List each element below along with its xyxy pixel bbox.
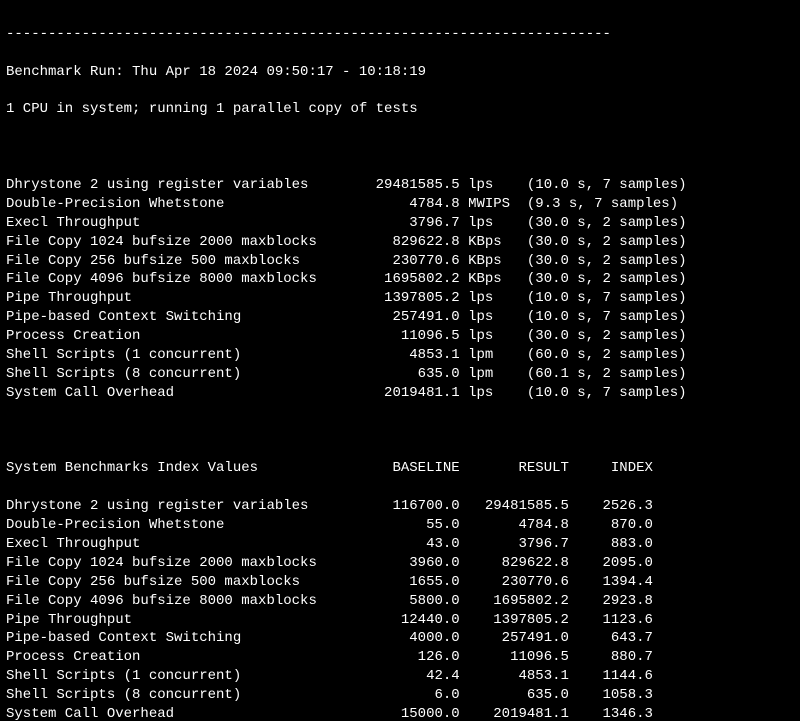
index-row: Execl Throughput 43.0 3796.7 883.0 bbox=[6, 535, 792, 554]
benchmark-run-line: Benchmark Run: Thu Apr 18 2024 09:50:17 … bbox=[6, 63, 792, 82]
sample-row: File Copy 1024 bufsize 2000 maxblocks 82… bbox=[6, 233, 792, 252]
sample-row: Shell Scripts (1 concurrent) 4853.1 lpm … bbox=[6, 346, 792, 365]
sample-row: File Copy 4096 bufsize 8000 maxblocks 16… bbox=[6, 270, 792, 289]
sample-row: Double-Precision Whetstone 4784.8 MWIPS … bbox=[6, 195, 792, 214]
divider-top: ----------------------------------------… bbox=[6, 25, 792, 44]
samples-block: Dhrystone 2 using register variables 294… bbox=[6, 176, 792, 403]
blank-line bbox=[6, 422, 792, 441]
index-row: Pipe Throughput 12440.0 1397805.2 1123.6 bbox=[6, 611, 792, 630]
index-row: Shell Scripts (1 concurrent) 42.4 4853.1… bbox=[6, 667, 792, 686]
index-row: File Copy 1024 bufsize 2000 maxblocks 39… bbox=[6, 554, 792, 573]
index-row: File Copy 256 bufsize 500 maxblocks 1655… bbox=[6, 573, 792, 592]
terminal-output: ----------------------------------------… bbox=[0, 0, 800, 721]
index-header: System Benchmarks Index Values BASELINE … bbox=[6, 459, 792, 478]
sample-row: Pipe-based Context Switching 257491.0 lp… bbox=[6, 308, 792, 327]
sample-row: Shell Scripts (8 concurrent) 635.0 lpm (… bbox=[6, 365, 792, 384]
index-row: Dhrystone 2 using register variables 116… bbox=[6, 497, 792, 516]
index-block: Dhrystone 2 using register variables 116… bbox=[6, 497, 792, 721]
sample-row: Dhrystone 2 using register variables 294… bbox=[6, 176, 792, 195]
index-row: Pipe-based Context Switching 4000.0 2574… bbox=[6, 629, 792, 648]
sample-row: File Copy 256 bufsize 500 maxblocks 2307… bbox=[6, 252, 792, 271]
sample-row: Execl Throughput 3796.7 lps (30.0 s, 2 s… bbox=[6, 214, 792, 233]
cpu-info-line: 1 CPU in system; running 1 parallel copy… bbox=[6, 100, 792, 119]
index-row: Double-Precision Whetstone 55.0 4784.8 8… bbox=[6, 516, 792, 535]
blank-line bbox=[6, 138, 792, 157]
index-row: Shell Scripts (8 concurrent) 6.0 635.0 1… bbox=[6, 686, 792, 705]
sample-row: Process Creation 11096.5 lps (30.0 s, 2 … bbox=[6, 327, 792, 346]
sample-row: Pipe Throughput 1397805.2 lps (10.0 s, 7… bbox=[6, 289, 792, 308]
index-row: Process Creation 126.0 11096.5 880.7 bbox=[6, 648, 792, 667]
sample-row: System Call Overhead 2019481.1 lps (10.0… bbox=[6, 384, 792, 403]
index-row: File Copy 4096 bufsize 8000 maxblocks 58… bbox=[6, 592, 792, 611]
index-row: System Call Overhead 15000.0 2019481.1 1… bbox=[6, 705, 792, 721]
